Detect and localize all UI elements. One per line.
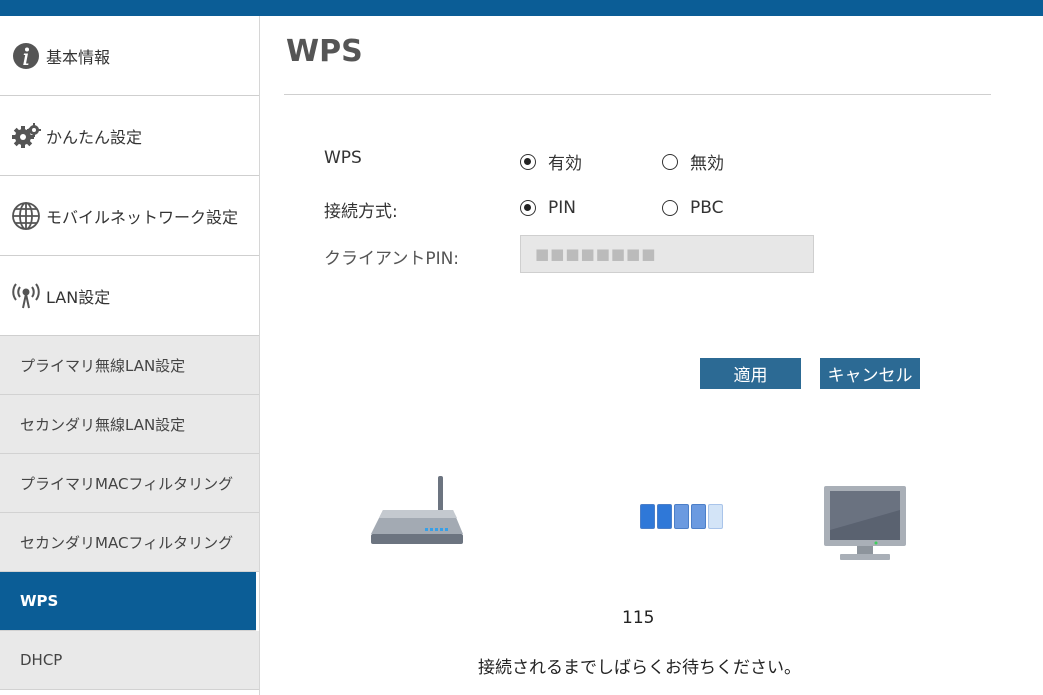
client-pin-value: ■■■■■■■■ — [535, 245, 657, 263]
client-pin-label: クライアントPIN: — [324, 249, 460, 269]
main-content: WPS WPS 有効 無効 接続方式: PIN PBC クライアントPIN: ■… — [284, 16, 991, 695]
page-title: WPS — [286, 34, 363, 69]
method-pbc-radio[interactable]: PBC — [662, 198, 724, 218]
sidebar-item-mobile-network[interactable]: モバイルネットワーク設定 — [0, 176, 259, 256]
radio-label: PBC — [690, 198, 724, 218]
radio-selected-icon — [520, 153, 536, 170]
wireless-antenna-icon — [10, 280, 42, 312]
wps-progress-indicator — [640, 504, 725, 529]
sidebar-item-basic-info[interactable]: 基本情報 — [0, 16, 259, 96]
progress-segment — [657, 504, 672, 529]
gear-icon — [10, 120, 42, 152]
sidebar-item-secondary-mac-filter[interactable]: セカンダリMACフィルタリング — [0, 513, 259, 572]
radio-unselected-icon — [662, 200, 678, 216]
info-icon — [10, 40, 42, 72]
wait-message: 接続されるまでしばらくお待ちください。 — [478, 658, 801, 678]
sidebar-item-easy-setup[interactable]: かんたん設定 — [0, 96, 259, 176]
monitor-icon — [822, 484, 908, 568]
sidebar-item-label: LAN設定 — [46, 287, 111, 307]
sidebar-item-label: 基本情報 — [46, 47, 111, 67]
client-pin-input[interactable]: ■■■■■■■■ — [520, 235, 814, 273]
sidebar-item-lan-settings[interactable]: LAN設定 — [0, 256, 259, 336]
connection-method-label: 接続方式: — [324, 202, 398, 222]
cancel-button[interactable]: キャンセル — [820, 358, 920, 389]
sidebar-item-wps[interactable]: WPS — [0, 572, 256, 631]
sidebar-item-primary-wlan[interactable]: プライマリ無線LAN設定 — [0, 336, 259, 395]
top-bar — [0, 0, 1043, 16]
radio-label: PIN — [548, 198, 576, 218]
sidebar-item-primary-mac-filter[interactable]: プライマリMACフィルタリング — [0, 454, 259, 513]
countdown-timer: 115 — [622, 608, 655, 628]
title-divider — [284, 94, 991, 95]
sidebar-item-secondary-wlan[interactable]: セカンダリ無線LAN設定 — [0, 395, 259, 454]
progress-segment — [691, 504, 706, 529]
apply-button[interactable]: 適用 — [700, 358, 801, 389]
sidebar-item-dhcp[interactable]: DHCP — [0, 631, 259, 690]
progress-segment — [640, 504, 655, 529]
sidebar: 基本情報 かんたん設定 モバイルネットワーク設定 LAN設定 プライマリ無線LA… — [0, 16, 260, 695]
method-pin-radio[interactable]: PIN — [520, 198, 576, 218]
wps-disable-radio[interactable]: 無効 — [662, 149, 724, 174]
sidebar-item-label: かんたん設定 — [46, 127, 143, 147]
globe-icon — [10, 200, 42, 232]
wps-enable-radio[interactable]: 有効 — [520, 149, 582, 174]
radio-label: 有効 — [548, 154, 582, 174]
router-icon — [369, 476, 465, 552]
radio-label: 無効 — [690, 154, 724, 174]
wps-label: WPS — [324, 148, 362, 168]
radio-selected-icon — [520, 200, 536, 216]
radio-unselected-icon — [662, 153, 678, 170]
progress-segment — [708, 504, 723, 529]
progress-segment — [674, 504, 689, 529]
sidebar-item-label: モバイルネットワーク設定 — [46, 207, 239, 227]
